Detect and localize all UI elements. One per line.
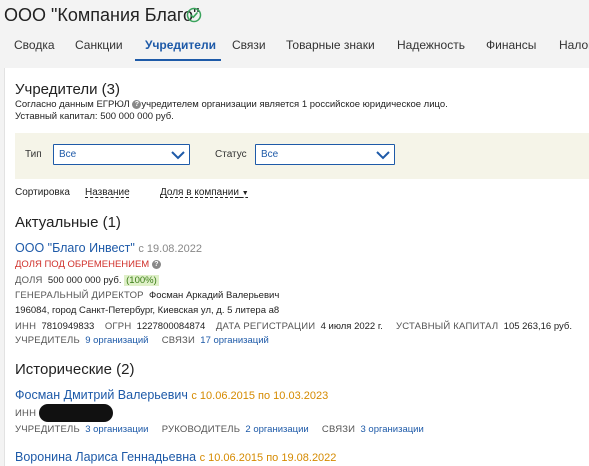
- sort-by-share-label: Доля в компании: [160, 187, 239, 198]
- director-row: ГЕНЕРАЛЬНЫЙ ДИРЕКТОР Фосман Аркадий Вале…: [15, 290, 279, 301]
- historical-links-orgs-link[interactable]: 3 организации: [361, 424, 424, 435]
- encumbrance-row: ДОЛЯ ПОД ОБРЕМЕНЕНИЕМ ?: [15, 259, 161, 270]
- founders-panel: Учредители (3) Согласно данным ЕГРЮЛ ? уч…: [4, 68, 589, 466]
- share-value: 500 000 000 руб.: [47, 275, 122, 286]
- founders-title: Учредители (3): [15, 81, 121, 98]
- capital-label: УСТАВНЫЙ КАПИТАЛ: [396, 321, 499, 332]
- historical-relations-row: УЧРЕДИТЕЛЬ 3 организации РУКОВОДИТЕЛЬ 2 …: [15, 424, 424, 435]
- info-icon[interactable]: ?: [151, 259, 161, 269]
- founder-label: УЧРЕДИТЕЛЬ: [15, 335, 80, 346]
- tab-reliability[interactable]: Надежность: [397, 38, 465, 52]
- tab-taxes[interactable]: Налоги: [559, 38, 589, 52]
- tab-trademarks[interactable]: Товарные знаки: [286, 38, 375, 52]
- founder-orgs-link[interactable]: 9 организаций: [85, 335, 148, 346]
- egrul-note-prefix: Согласно данным ЕГРЮЛ: [15, 99, 130, 110]
- inn-label: ИНН: [15, 321, 37, 332]
- egrul-note-suffix: учредителем организации является 1 росси…: [141, 99, 448, 110]
- director-label: ГЕНЕРАЛЬНЫЙ ДИРЕКТОР: [15, 290, 144, 301]
- company-header: ООО "Компания Благо" Сводка Санкции Учре…: [0, 0, 589, 66]
- director-name: Фосман Аркадий Валерьевич: [148, 290, 280, 301]
- tab-finance[interactable]: Финансы: [486, 38, 536, 52]
- filter-box: Тип Все Статус Все: [15, 133, 589, 179]
- current-title: Актуальные (1): [15, 214, 121, 231]
- historical-founder-label: УЧРЕДИТЕЛЬ: [15, 424, 80, 435]
- current-founder: ООО "Благо Инвест" с 19.08.2022: [15, 241, 202, 255]
- status-select[interactable]: Все: [255, 144, 395, 165]
- encumbrance-label: ДОЛЯ ПОД ОБРЕМЕНЕНИЕМ: [15, 259, 150, 270]
- info-icon[interactable]: ?: [132, 99, 142, 109]
- sort-by-share[interactable]: Доля в компании ▼: [160, 187, 249, 198]
- historical-founder-1-period: с 10.06.2015 по 10.03.2023: [191, 390, 329, 402]
- historical-founder-1: Фосман Дмитрий Валерьевич с 10.06.2015 п…: [15, 388, 328, 402]
- tab-founders[interactable]: Учредители: [145, 38, 216, 52]
- historical-inn-label: ИНН: [15, 408, 37, 419]
- type-filter-label: Тип: [25, 149, 42, 160]
- ogrn-label: ОГРН: [104, 321, 132, 332]
- sort-by-name[interactable]: Название: [85, 187, 130, 198]
- chevron-down-icon: [171, 151, 185, 160]
- current-founder-since: с 19.08.2022: [138, 243, 202, 255]
- sort-label: Сортировка: [15, 187, 70, 198]
- historical-inn-row: ИНН: [15, 408, 36, 419]
- status-select-value: Все: [261, 149, 279, 160]
- tab-links[interactable]: Связи: [232, 38, 266, 52]
- links-orgs-link[interactable]: 17 организаций: [200, 335, 269, 346]
- current-founder-link[interactable]: ООО "Благо Инвест": [15, 241, 135, 255]
- historical-founder-2-period: с 10.06.2015 по 19.08.2022: [199, 452, 337, 464]
- historical-head-orgs-link[interactable]: 2 организации: [245, 424, 308, 435]
- links-label: СВЯЗИ: [161, 335, 195, 346]
- requisites-row: ИНН 7810949833 ОГРН 1227800084874 ДАТА Р…: [15, 321, 572, 332]
- reg-date-label: ДАТА РЕГИСТРАЦИИ: [215, 321, 316, 332]
- redaction-mark: [39, 404, 113, 422]
- tab-bar: Сводка Санкции Учредители Связи Товарные…: [0, 30, 589, 62]
- share-row: ДОЛЯ 500 000 000 руб. (100%): [15, 275, 159, 286]
- type-select[interactable]: Все: [53, 144, 190, 165]
- tab-summary[interactable]: Сводка: [14, 38, 55, 52]
- reg-date-value: 4 июля 2022 г.: [320, 321, 383, 332]
- historical-founder-orgs-link[interactable]: 3 организации: [85, 424, 148, 435]
- tab-sanctions[interactable]: Санкции: [75, 38, 123, 52]
- historical-head-label: РУКОВОДИТЕЛЬ: [161, 424, 241, 435]
- relations-row: УЧРЕДИТЕЛЬ 9 организаций СВЯЗИ 17 органи…: [15, 335, 269, 346]
- ogrn-value: 1227800084874: [136, 321, 206, 332]
- inn-value: 7810949833: [41, 321, 95, 332]
- historical-title: Исторические (2): [15, 361, 135, 378]
- charter-capital: Уставный капитал: 500 000 000 руб.: [15, 111, 174, 122]
- active-tab-indicator: [135, 59, 221, 61]
- historical-links-label: СВЯЗИ: [321, 424, 356, 435]
- historical-founder-2: Воронина Лариса Геннадьевна с 10.06.2015…: [15, 450, 336, 464]
- capital-value: 105 263,16 руб.: [503, 321, 572, 332]
- chevron-down-icon: [376, 151, 390, 160]
- address: 196084, город Санкт-Петербург, Киевская …: [15, 305, 280, 316]
- verified-check-icon: [186, 7, 202, 23]
- share-label: ДОЛЯ: [15, 275, 43, 286]
- status-filter-label: Статус: [215, 149, 247, 160]
- historical-founder-1-link[interactable]: Фосман Дмитрий Валерьевич: [15, 388, 188, 402]
- egrul-note: Согласно данным ЕГРЮЛ ? учредителем орган…: [15, 99, 448, 110]
- caret-down-icon: ▼: [241, 190, 249, 197]
- company-title: ООО "Компания Благо": [4, 5, 200, 25]
- historical-founder-2-link[interactable]: Воронина Лариса Геннадьевна: [15, 450, 196, 464]
- share-percent-badge: (100%): [124, 275, 159, 286]
- type-select-value: Все: [59, 149, 77, 160]
